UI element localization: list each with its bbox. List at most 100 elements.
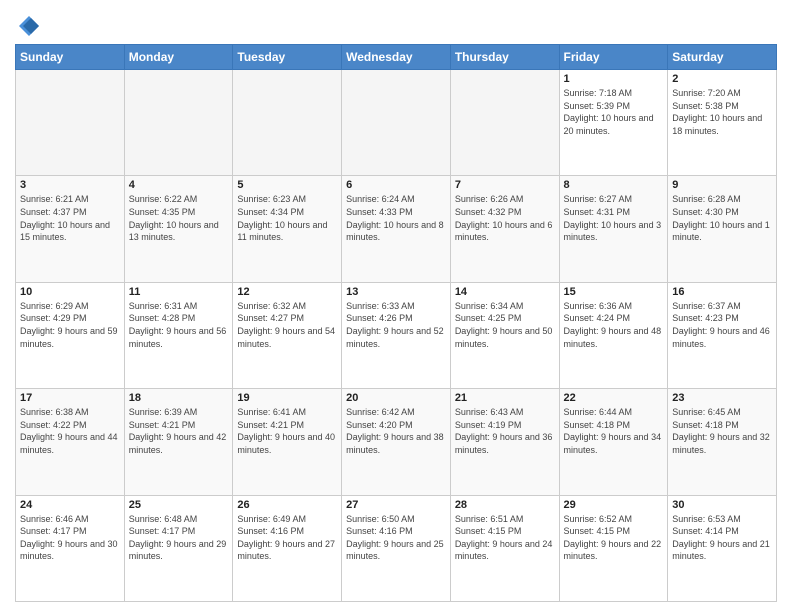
day-number: 17 — [20, 392, 120, 404]
day-info: Sunrise: 6:43 AM Sunset: 4:19 PM Dayligh… — [455, 406, 555, 456]
day-number: 28 — [455, 499, 555, 511]
calendar-cell — [16, 70, 125, 176]
day-info: Sunrise: 6:22 AM Sunset: 4:35 PM Dayligh… — [129, 193, 229, 243]
calendar-cell: 14 Sunrise: 6:34 AM Sunset: 4:25 PM Dayli… — [450, 282, 559, 388]
day-number: 5 — [237, 179, 337, 191]
calendar-cell: 19 Sunrise: 6:41 AM Sunset: 4:21 PM Dayli… — [233, 389, 342, 495]
day-number: 27 — [346, 499, 446, 511]
calendar-cell: 15 Sunrise: 6:36 AM Sunset: 4:24 PM Dayli… — [559, 282, 668, 388]
calendar-cell: 2 Sunrise: 7:20 AM Sunset: 5:38 PM Daylig… — [668, 70, 777, 176]
day-number: 25 — [129, 499, 229, 511]
calendar-week-row: 24 Sunrise: 6:46 AM Sunset: 4:17 PM Dayli… — [16, 495, 777, 601]
header — [15, 10, 777, 38]
day-number: 23 — [672, 392, 772, 404]
calendar-cell: 28 Sunrise: 6:51 AM Sunset: 4:15 PM Dayli… — [450, 495, 559, 601]
calendar-cell: 27Sunrise: 6:50 AM Sunset: 4:16 PM Dayli… — [342, 495, 451, 601]
day-number: 11 — [129, 286, 229, 298]
calendar-cell — [233, 70, 342, 176]
day-number: 30 — [672, 499, 772, 511]
calendar-cell: 10 Sunrise: 6:29 AM Sunset: 4:29 PM Dayli… — [16, 282, 125, 388]
calendar-cell: 8 Sunrise: 6:27 AM Sunset: 4:31 PM Daylig… — [559, 176, 668, 282]
calendar-cell: 16 Sunrise: 6:37 AM Sunset: 4:23 PM Dayli… — [668, 282, 777, 388]
calendar-cell: 1Sunrise: 7:18 AM Sunset: 5:39 PM Daylig… — [559, 70, 668, 176]
calendar-cell: 6 Sunrise: 6:24 AM Sunset: 4:33 PM Daylig… — [342, 176, 451, 282]
page: SundayMondayTuesdayWednesdayThursdayFrid… — [0, 0, 792, 612]
calendar-cell: 26 Sunrise: 6:49 AM Sunset: 4:16 PM Dayli… — [233, 495, 342, 601]
day-number: 22 — [564, 392, 664, 404]
day-number: 4 — [129, 179, 229, 191]
day-number: 3 — [20, 179, 120, 191]
day-info: Sunrise: 6:44 AM Sunset: 4:18 PM Dayligh… — [564, 406, 664, 456]
day-number: 14 — [455, 286, 555, 298]
day-number: 13 — [346, 286, 446, 298]
day-info: Sunrise: 6:21 AM Sunset: 4:37 PM Dayligh… — [20, 193, 120, 243]
day-info: Sunrise: 7:20 AM Sunset: 5:38 PM Dayligh… — [672, 87, 772, 137]
day-number: 8 — [564, 179, 664, 191]
calendar-week-row: 3 Sunrise: 6:21 AM Sunset: 4:37 PM Daylig… — [16, 176, 777, 282]
day-info: Sunrise: 6:38 AM Sunset: 4:22 PM Dayligh… — [20, 406, 120, 456]
day-number: 19 — [237, 392, 337, 404]
day-info: Sunrise: 6:31 AM Sunset: 4:28 PM Dayligh… — [129, 300, 229, 350]
calendar-cell: 22 Sunrise: 6:44 AM Sunset: 4:18 PM Dayli… — [559, 389, 668, 495]
calendar-cell: 18 Sunrise: 6:39 AM Sunset: 4:21 PM Dayli… — [124, 389, 233, 495]
day-number: 20 — [346, 392, 446, 404]
calendar-cell: 11 Sunrise: 6:31 AM Sunset: 4:28 PM Dayli… — [124, 282, 233, 388]
day-info: Sunrise: 6:33 AM Sunset: 4:26 PM Dayligh… — [346, 300, 446, 350]
day-number: 6 — [346, 179, 446, 191]
calendar-cell: 24 Sunrise: 6:46 AM Sunset: 4:17 PM Dayli… — [16, 495, 125, 601]
weekday-header-wednesday: Wednesday — [342, 45, 451, 70]
calendar-cell: 9 Sunrise: 6:28 AM Sunset: 4:30 PM Daylig… — [668, 176, 777, 282]
day-number: 21 — [455, 392, 555, 404]
day-number: 9 — [672, 179, 772, 191]
calendar-week-row: 17 Sunrise: 6:38 AM Sunset: 4:22 PM Dayli… — [16, 389, 777, 495]
calendar-cell: 23 Sunrise: 6:45 AM Sunset: 4:18 PM Dayli… — [668, 389, 777, 495]
calendar-cell: 3 Sunrise: 6:21 AM Sunset: 4:37 PM Daylig… — [16, 176, 125, 282]
day-info: Sunrise: 7:18 AM Sunset: 5:39 PM Dayligh… — [564, 87, 664, 137]
day-number: 10 — [20, 286, 120, 298]
day-number: 29 — [564, 499, 664, 511]
day-info: Sunrise: 6:29 AM Sunset: 4:29 PM Dayligh… — [20, 300, 120, 350]
day-info: Sunrise: 6:41 AM Sunset: 4:21 PM Dayligh… — [237, 406, 337, 456]
day-info: Sunrise: 6:24 AM Sunset: 4:33 PM Dayligh… — [346, 193, 446, 243]
day-info: Sunrise: 6:42 AM Sunset: 4:20 PM Dayligh… — [346, 406, 446, 456]
day-number: 15 — [564, 286, 664, 298]
calendar-cell: 12 Sunrise: 6:32 AM Sunset: 4:27 PM Dayli… — [233, 282, 342, 388]
calendar-cell: 29Sunrise: 6:52 AM Sunset: 4:15 PM Dayli… — [559, 495, 668, 601]
calendar-cell: 21 Sunrise: 6:43 AM Sunset: 4:19 PM Dayli… — [450, 389, 559, 495]
weekday-header-saturday: Saturday — [668, 45, 777, 70]
calendar-cell: 17 Sunrise: 6:38 AM Sunset: 4:22 PM Dayli… — [16, 389, 125, 495]
calendar-week-row: 10 Sunrise: 6:29 AM Sunset: 4:29 PM Dayli… — [16, 282, 777, 388]
day-info: Sunrise: 6:39 AM Sunset: 4:21 PM Dayligh… — [129, 406, 229, 456]
day-info: Sunrise: 6:32 AM Sunset: 4:27 PM Dayligh… — [237, 300, 337, 350]
day-info: Sunrise: 6:53 AM Sunset: 4:14 PM Dayligh… — [672, 513, 772, 563]
day-info: Sunrise: 6:37 AM Sunset: 4:23 PM Dayligh… — [672, 300, 772, 350]
calendar-cell: 7Sunrise: 6:26 AM Sunset: 4:32 PM Daylig… — [450, 176, 559, 282]
day-number: 16 — [672, 286, 772, 298]
day-number: 2 — [672, 73, 772, 85]
calendar-cell: 13 Sunrise: 6:33 AM Sunset: 4:26 PM Dayli… — [342, 282, 451, 388]
day-info: Sunrise: 6:46 AM Sunset: 4:17 PM Dayligh… — [20, 513, 120, 563]
weekday-header-tuesday: Tuesday — [233, 45, 342, 70]
weekday-header-sunday: Sunday — [16, 45, 125, 70]
day-info: Sunrise: 6:36 AM Sunset: 4:24 PM Dayligh… — [564, 300, 664, 350]
day-info: Sunrise: 6:49 AM Sunset: 4:16 PM Dayligh… — [237, 513, 337, 563]
calendar-cell: 20 Sunrise: 6:42 AM Sunset: 4:20 PM Dayli… — [342, 389, 451, 495]
day-number: 18 — [129, 392, 229, 404]
day-info: Sunrise: 6:34 AM Sunset: 4:25 PM Dayligh… — [455, 300, 555, 350]
day-info: Sunrise: 6:45 AM Sunset: 4:18 PM Dayligh… — [672, 406, 772, 456]
calendar-cell — [450, 70, 559, 176]
weekday-header-thursday: Thursday — [450, 45, 559, 70]
logo-icon — [17, 14, 41, 38]
day-info: Sunrise: 6:51 AM Sunset: 4:15 PM Dayligh… — [455, 513, 555, 563]
day-number: 7 — [455, 179, 555, 191]
day-number: 24 — [20, 499, 120, 511]
logo — [15, 14, 41, 38]
day-info: Sunrise: 6:28 AM Sunset: 4:30 PM Dayligh… — [672, 193, 772, 243]
day-info: Sunrise: 6:48 AM Sunset: 4:17 PM Dayligh… — [129, 513, 229, 563]
calendar-cell: 5Sunrise: 6:23 AM Sunset: 4:34 PM Daylig… — [233, 176, 342, 282]
day-number: 12 — [237, 286, 337, 298]
calendar-cell: 30 Sunrise: 6:53 AM Sunset: 4:14 PM Dayli… — [668, 495, 777, 601]
day-info: Sunrise: 6:27 AM Sunset: 4:31 PM Dayligh… — [564, 193, 664, 243]
day-number: 26 — [237, 499, 337, 511]
calendar-table: SundayMondayTuesdayWednesdayThursdayFrid… — [15, 44, 777, 602]
